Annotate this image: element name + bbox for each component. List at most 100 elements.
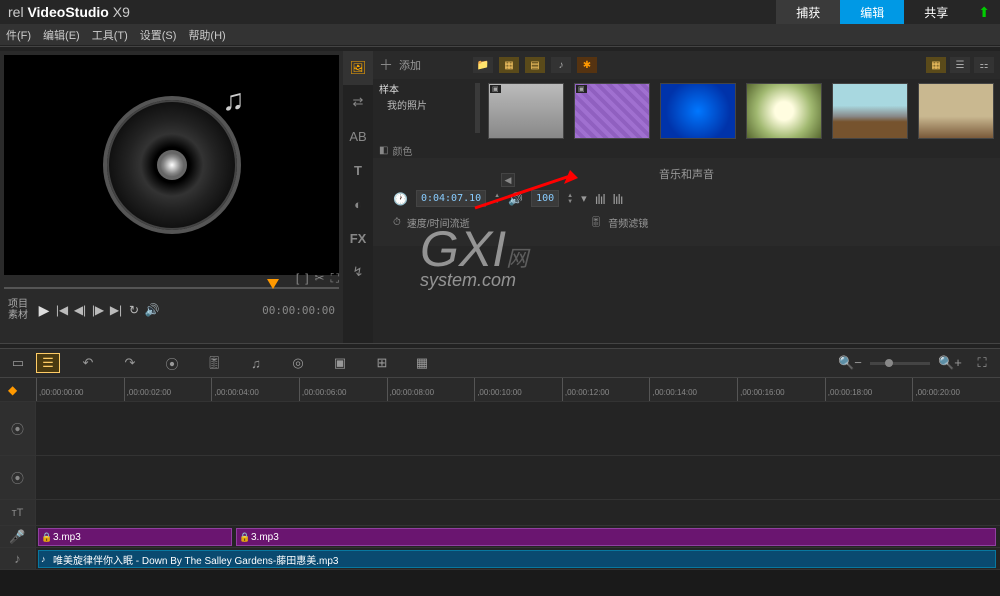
preview-window: ♫ <box>4 55 339 275</box>
audio-clip-1[interactable]: 3.mp3 <box>38 528 232 546</box>
filter-favs-icon[interactable]: ✱ <box>577 57 597 73</box>
multicam-button[interactable]: ⊞ <box>370 353 394 373</box>
filter-icon: 🎚 <box>590 217 603 228</box>
lib-media-icon[interactable]: 🖼 <box>343 51 373 85</box>
voice-track-icon[interactable]: 🎤 <box>0 526 36 547</box>
view-thumb-icon[interactable]: ▦ <box>926 57 946 73</box>
volume-spinner[interactable]: ▲▼ <box>567 193 573 205</box>
app-logo: rel VideoStudio X9 <box>0 4 138 20</box>
title-bar: rel VideoStudio X9 捕获 编辑 共享 ⬆ <box>0 0 1000 24</box>
undo-button[interactable]: ↶ <box>76 353 100 373</box>
menu-bar: 件(F) 编辑(E) 工具(T) 设置(S) 帮助(H) <box>0 24 1000 46</box>
end-button[interactable]: ▶| <box>108 303 124 317</box>
nav-left-icon[interactable]: ◀ <box>501 173 515 187</box>
lib-transition-icon[interactable]: ⇄ <box>343 85 373 119</box>
options-title: 音乐和声音 <box>393 166 980 182</box>
timecode-display[interactable]: 00:00:00:00 <box>262 304 335 317</box>
time-ruler[interactable]: ◆ ,00:00:00:00 ,00:00:02:00 ,00:00:04:00… <box>0 378 1000 402</box>
lib-text-icon[interactable]: T <box>343 153 373 187</box>
zoom-slider[interactable] <box>870 362 930 365</box>
track-motion-button[interactable]: ▣ <box>328 353 352 373</box>
timeline-toolbar: ▭ ☰ ↶ ↷ ⦿ 🎚 ♫ ◎ ▣ ⊞ ▦ 🔍− 🔍+ ⛶ <box>0 348 1000 378</box>
filter-photo-icon[interactable]: ▤ <box>525 57 545 73</box>
menu-settings[interactable]: 设置(S) <box>134 27 183 43</box>
thumb-2[interactable]: ▣ <box>574 83 650 139</box>
folder-icon[interactable]: 📁 <box>473 57 493 73</box>
prev-frame-button[interactable]: ◀| <box>72 303 88 317</box>
play-button[interactable]: ▶ <box>36 302 52 319</box>
thumb-6[interactable] <box>918 83 994 139</box>
overlay-track[interactable] <box>36 456 1000 499</box>
overlay-track-icon[interactable]: ⦿ <box>0 456 36 499</box>
view-sort-icon[interactable]: ⚏ <box>974 57 994 73</box>
lib-title-icon[interactable]: AB <box>343 119 373 153</box>
speed-icon: ⏱ <box>393 217 401 228</box>
thumb-3[interactable] <box>660 83 736 139</box>
add-label: 添加 <box>399 57 421 73</box>
playhead-icon[interactable] <box>267 279 279 289</box>
record-button[interactable]: ⦿ <box>160 353 184 373</box>
storyboard-view-button[interactable]: ▭ <box>6 353 30 373</box>
volume-field[interactable]: 100 <box>531 190 559 207</box>
video-track-icon[interactable]: ⦿ <box>0 402 36 455</box>
voice-track[interactable]: 3.mp3 3.mp3 <box>36 526 1000 547</box>
update-icon[interactable]: ⬆ <box>968 0 1000 24</box>
filter-video-icon[interactable]: ▦ <box>499 57 519 73</box>
duration-spinner[interactable]: ▲▼ <box>494 193 500 205</box>
mark-in-icon[interactable]: [ <box>296 271 299 286</box>
menu-tools[interactable]: 工具(T) <box>86 27 134 43</box>
lib-fx-icon[interactable]: FX <box>343 221 373 255</box>
ruler-playhead-icon[interactable]: ◆ <box>8 383 17 397</box>
tab-capture[interactable]: 捕获 <box>776 0 840 24</box>
menu-file[interactable]: 件(F) <box>0 27 37 43</box>
music-track[interactable]: 唯美旋律伴你入眠 - Down By The Salley Gardens-藤田… <box>36 548 1000 569</box>
speed-time-button[interactable]: ⏱速度/时间流逝 <box>393 215 470 230</box>
redo-button[interactable]: ↷ <box>118 353 142 373</box>
mixer-button[interactable]: 🎚 <box>202 353 226 373</box>
timeline-tracks: ⦿ ⦿ ᴛT 🎤 3.mp3 3.mp3 ♪ 唯美旋律伴你入眠 - Down B… <box>0 402 1000 570</box>
color-label: 颜色 <box>392 143 412 158</box>
clock-icon: 🕐 <box>393 192 408 206</box>
zoom-out-button[interactable]: 🔍− <box>838 353 862 373</box>
volume-dropdown-icon[interactable]: ▾ <box>581 192 587 205</box>
menu-edit[interactable]: 编辑(E) <box>37 27 86 43</box>
video-track[interactable] <box>36 402 1000 455</box>
music-track-icon[interactable]: ♪ <box>0 548 36 569</box>
split-icon[interactable]: ✂ <box>315 271 325 286</box>
subtitle-button[interactable]: ◎ <box>286 353 310 373</box>
thumb-1[interactable]: ▣ <box>488 83 564 139</box>
fade-in-icon[interactable]: ılıl <box>595 191 605 207</box>
enlarge-icon[interactable]: ⛶ <box>331 271 339 286</box>
volume-button[interactable]: 🔊 <box>144 303 160 317</box>
timeline-view-button[interactable]: ☰ <box>36 353 60 373</box>
tab-edit[interactable]: 编辑 <box>840 0 904 24</box>
tab-share[interactable]: 共享 <box>904 0 968 24</box>
lib-path-icon[interactable]: ↯ <box>343 255 373 289</box>
thumb-4[interactable] <box>746 83 822 139</box>
duration-field[interactable]: 0:04:07.10 <box>416 190 486 207</box>
home-button[interactable]: |◀ <box>54 303 70 317</box>
title-track-icon[interactable]: ᴛT <box>0 500 36 525</box>
view-list-icon[interactable]: ☰ <box>950 57 970 73</box>
audio-clip-2[interactable]: 3.mp3 <box>236 528 996 546</box>
add-icon[interactable]: ＋ <box>379 55 393 75</box>
menu-help[interactable]: 帮助(H) <box>182 27 231 43</box>
mark-out-icon[interactable]: ] <box>305 271 308 286</box>
tree-scrollbar[interactable] <box>475 83 480 133</box>
fade-out-icon[interactable]: lılı <box>613 191 623 207</box>
color-picker-icon[interactable]: ◧ <box>379 145 388 156</box>
scrub-bar[interactable]: [ ] ✂ ⛶ <box>4 279 339 295</box>
music-clip[interactable]: 唯美旋律伴你入眠 - Down By The Salley Gardens-藤田… <box>38 550 996 568</box>
library-tree[interactable]: 样本 我的照片 <box>379 83 467 115</box>
thumb-5[interactable] <box>832 83 908 139</box>
next-frame-button[interactable]: |▶ <box>90 303 106 317</box>
auto-music-button[interactable]: ♫ <box>244 353 268 373</box>
title-track[interactable] <box>36 500 1000 525</box>
repeat-button[interactable]: ↻ <box>126 303 142 317</box>
batch-button[interactable]: ▦ <box>410 353 434 373</box>
fit-button[interactable]: ⛶ <box>970 353 994 373</box>
zoom-in-button[interactable]: 🔍+ <box>938 353 962 373</box>
filter-audio-icon[interactable]: ♪ <box>551 57 571 73</box>
lib-graphic-icon[interactable]: ◐ <box>343 187 373 221</box>
audio-filter-button[interactable]: 🎚音频滤镜 <box>590 215 649 230</box>
